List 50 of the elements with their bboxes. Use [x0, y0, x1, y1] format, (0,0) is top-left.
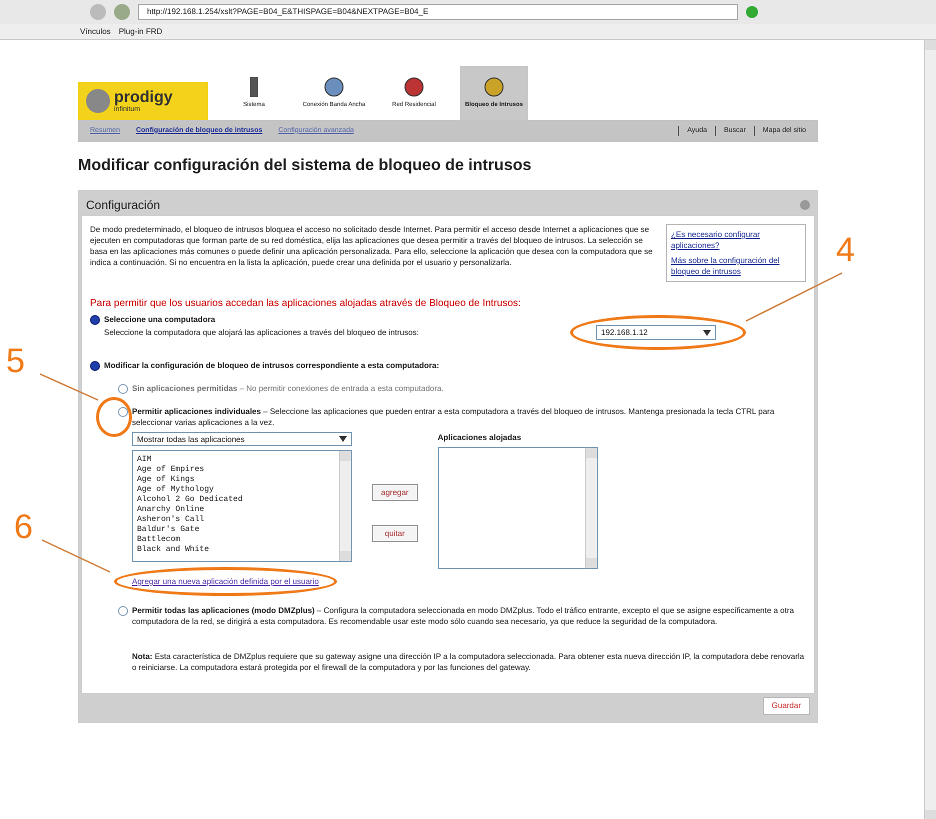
scrollbar[interactable]: [339, 451, 351, 561]
radio-button[interactable]: [90, 315, 100, 325]
scrollbar[interactable]: [584, 448, 597, 568]
intro-paragraph: De modo predeterminado, el bloqueo de intrusos bloquea el acceso no solicitado desde Internet. Para permitir el acceso desde Internet a aplicaciones que se ejecuten en computadoras que forman parte de su red doméstica, elija las aplicaciones que desea permitir a través del bloqueo de intrusos. La selección se basa en las aplicaciones más comunes o puede definir una aplicación personalizada. Para ello, seleccione la aplicación que desea con la computadora que se indica a continuación. Si no encuentra en la lista la aplicación, puede crear una definida por el usuario y personalizarla.: [90, 224, 654, 269]
link-item[interactable]: Plug-in FRD: [118, 26, 162, 38]
page-title: Modificar configuración del sistema de bloqueo de intrusos: [78, 156, 532, 176]
help-link[interactable]: ¿Es necesario configurar aplicaciones?: [671, 229, 801, 251]
step-label: Seleccione una computadora: [104, 314, 216, 325]
computer-select[interactable]: 192.168.1.12: [596, 325, 716, 340]
remove-button[interactable]: quitar: [372, 524, 418, 542]
hosted-list[interactable]: [438, 447, 598, 569]
radio-button[interactable]: [118, 407, 128, 417]
caret-icon: [339, 436, 347, 442]
radio-button[interactable]: [118, 384, 128, 394]
panel-title: Configuración: [86, 197, 160, 214]
option-text: Sin aplicaciones permitidas – No permitir conexiones de entrada a esta computadora.: [132, 383, 444, 394]
option-text: Permitir aplicaciones individuales – Seleccione las aplicaciones que pueden entrar a esta computadora a través del bloqueo de intrusos. Mantenga presionada la tecla CTRL para seleccionar varias aplicaciones a la vez.: [132, 406, 776, 428]
application-item[interactable]: Age of Mythology: [137, 485, 335, 495]
caret-icon: [703, 330, 711, 336]
application-item[interactable]: Age of Empires: [137, 465, 335, 475]
annotation-ellipse: [96, 397, 132, 437]
scrollbar[interactable]: [924, 40, 936, 819]
filter-select[interactable]: Mostrar todas las aplicaciones: [132, 432, 352, 446]
application-item[interactable]: Age of Kings: [137, 475, 335, 485]
application-item[interactable]: Alcohol 2 Go Dedicated: [137, 495, 335, 505]
application-item[interactable]: Anarchy Online: [137, 505, 335, 515]
add-button[interactable]: agregar: [372, 484, 418, 500]
address-field[interactable]: http://192.168.1.254/xslt?PAGE=B04_E&THISPAGE=B04&NEXTPAGE=B04_E: [138, 4, 738, 20]
instruction-text: Para permitir que los usuarios accedan las aplicaciones alojadas através de Bloqueo de Intrusos:: [90, 298, 522, 310]
application-item[interactable]: Battlecom: [137, 535, 335, 545]
annotation-number: 4: [836, 233, 855, 267]
option-text: Permitir todas las aplicaciones (modo DMZplus) – Configura la computadora seleccionada en modo DMZplus. Todo el tráfico entrante, excepto el que se asigne específicamente a otra computadora de la red, se dirigirá a esta computadora. Es recomendable usar este modo sólo cuando sea necesario, ya que reduce la seguridad de la computadora.: [132, 605, 795, 627]
step-hint: Seleccione la computadora que alojará las aplicaciones a través del bloqueo de intrusos:: [104, 327, 419, 338]
application-item[interactable]: Baldur's Gate: [137, 525, 335, 535]
save-button[interactable]: Guardar: [762, 697, 810, 715]
application-item[interactable]: Black and White: [137, 545, 335, 555]
radio-button[interactable]: [118, 606, 128, 616]
links-label: Vínculos: [80, 26, 111, 38]
logo-icon: [86, 89, 110, 113]
application-item[interactable]: AIM: [137, 455, 335, 465]
step-label: Modificar la configuración de bloqueo de intrusos correspondiente a esta computadora:: [104, 360, 440, 371]
annotation-number: 5: [6, 344, 25, 378]
application-item[interactable]: Asheron's Call: [137, 515, 335, 525]
logo-text: prodigy: [114, 90, 173, 106]
hosted-label: Aplicaciones alojadas: [438, 432, 522, 443]
radio-button[interactable]: [90, 361, 100, 371]
note-text: Nota: Esta característica de DMZplus requiere que su gateway asigne una dirección IP a la computadora seleccionada. Para obtener esta nueva dirección IP, la computadora debe renovarla o reiniciarse. La computadora estará protegida por el firewall de la computadora y por las funciones del gateway.: [131, 651, 806, 673]
new-application-link[interactable]: Agregar una nueva aplicación definida por el usuario: [132, 577, 319, 586]
annotation-number: 6: [14, 510, 33, 544]
help-link[interactable]: Más sobre la configuración del bloqueo de intrusos: [671, 255, 801, 277]
